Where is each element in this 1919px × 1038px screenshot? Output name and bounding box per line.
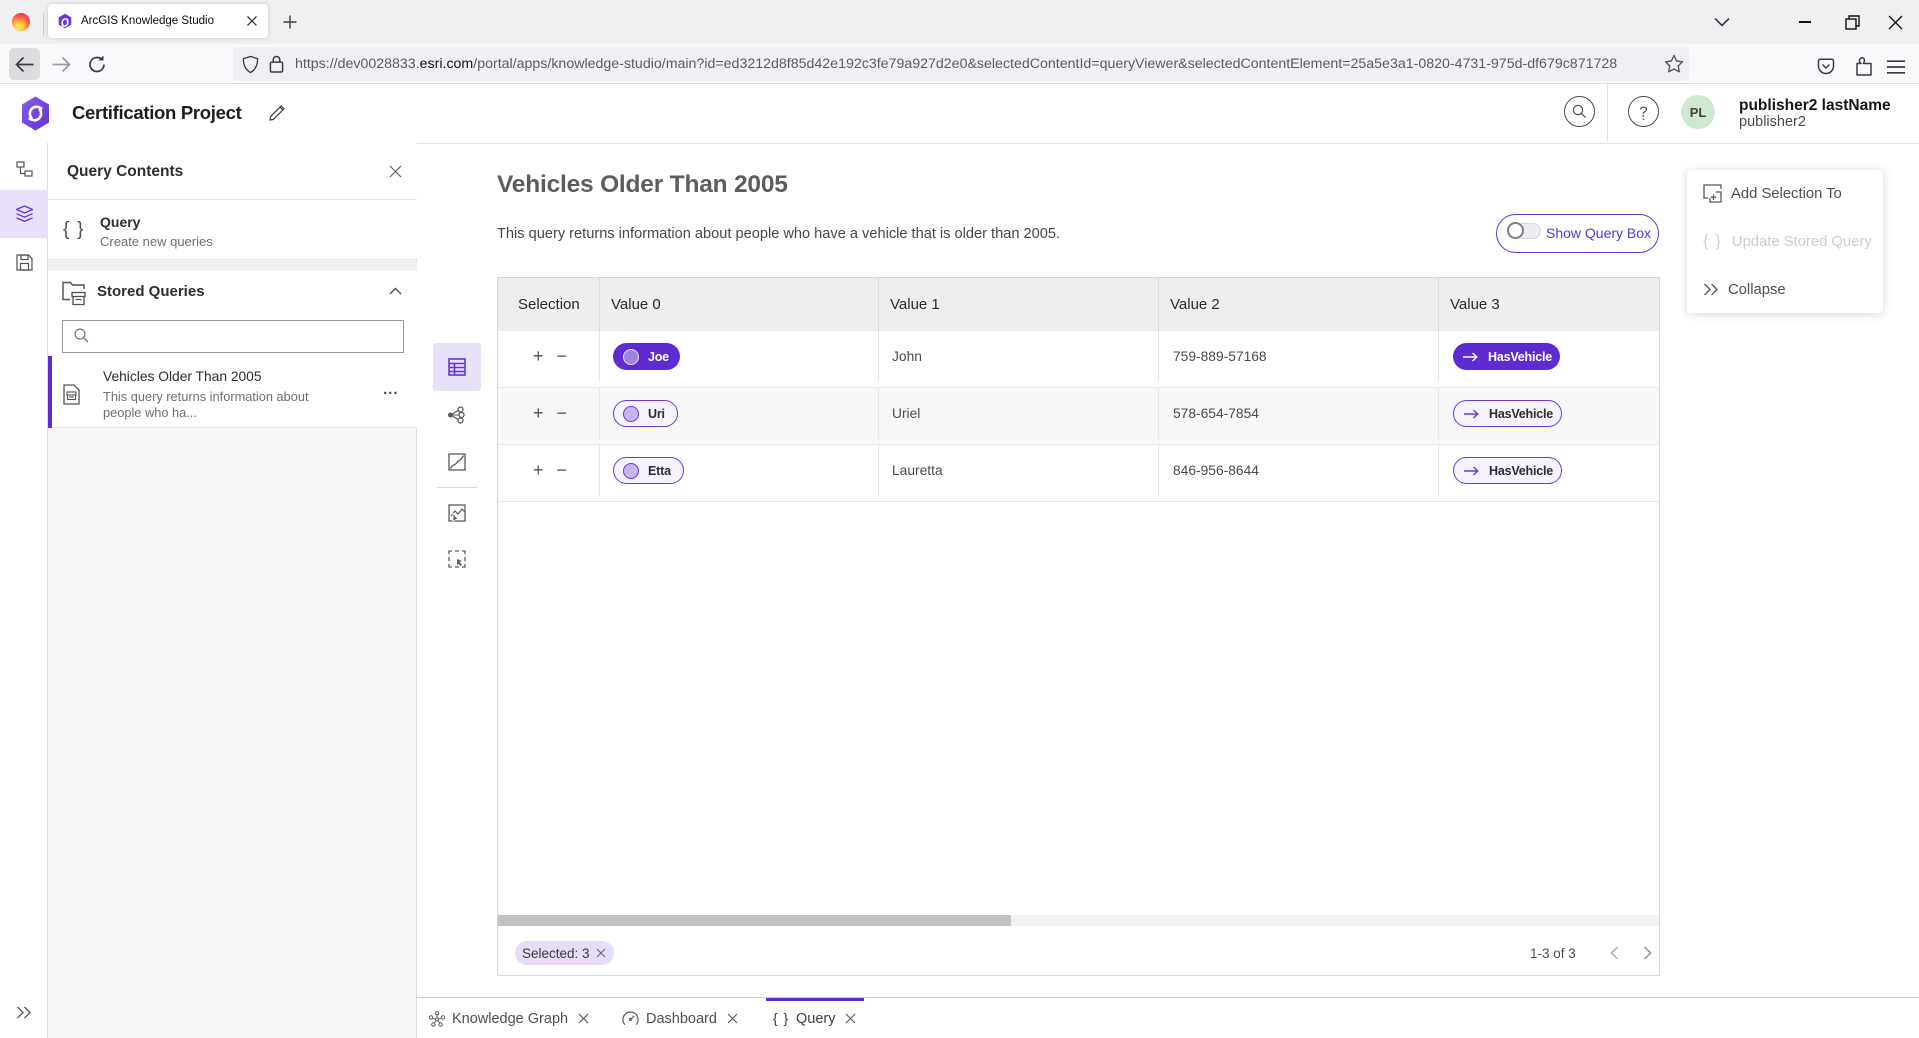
svg-text:?: ?	[1639, 104, 1647, 121]
